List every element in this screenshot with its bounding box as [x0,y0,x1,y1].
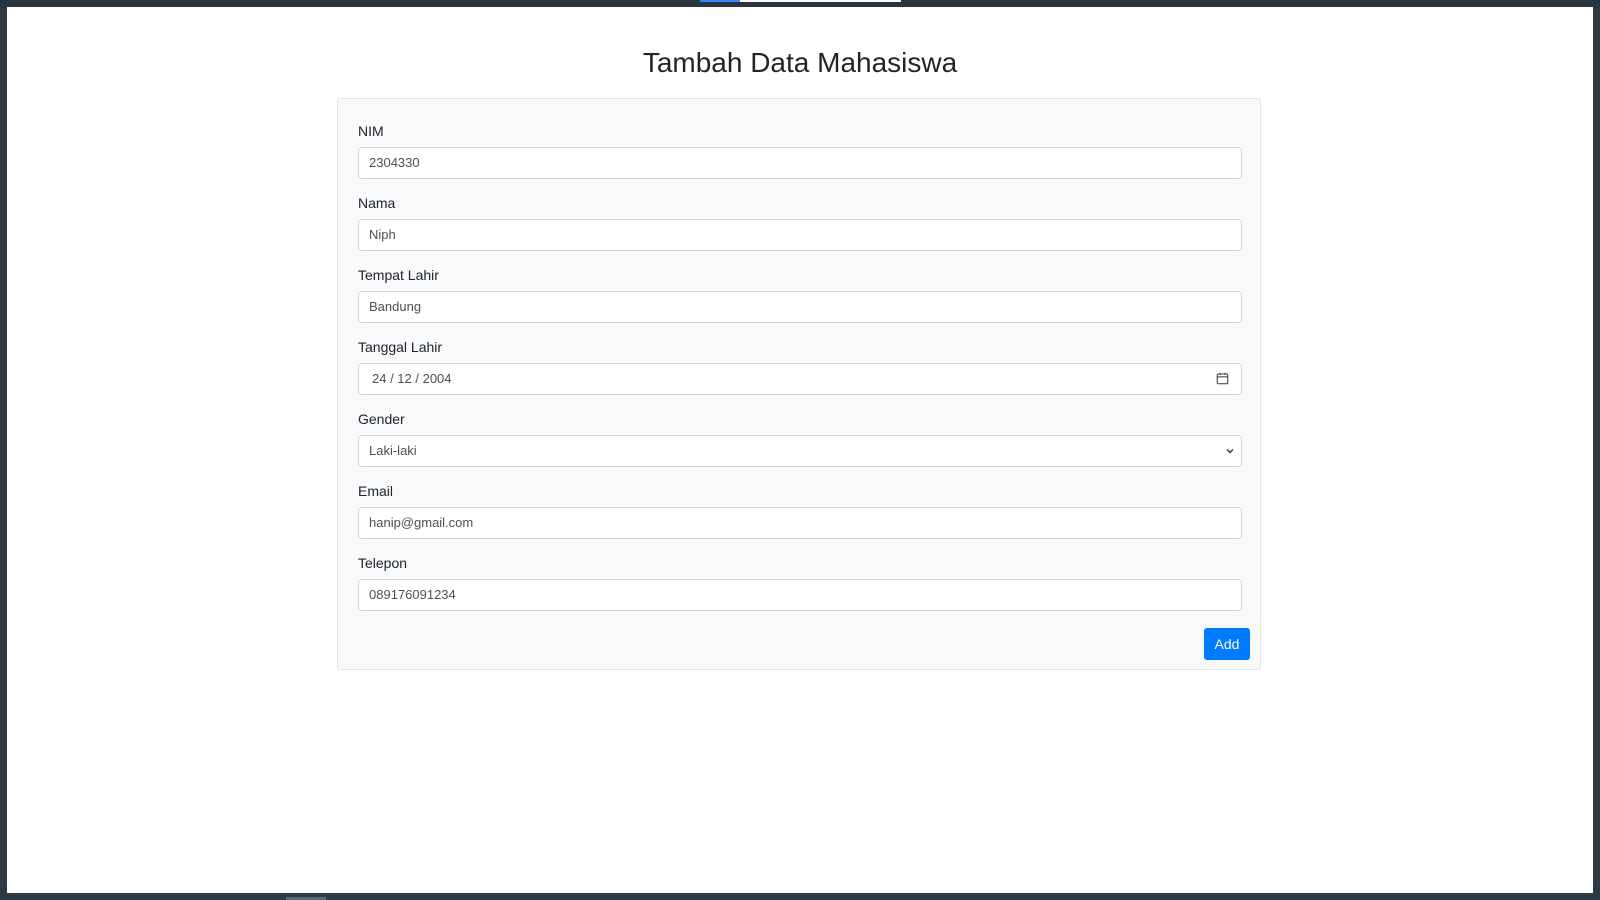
telepon-label: Telepon [358,555,408,571]
tab-indicator[interactable] [740,0,901,2]
tempat-lahir-value: Bandung [369,299,422,314]
nama-value: Niph [369,227,396,242]
nama-field: Nama Niph [358,193,1242,251]
nama-input[interactable]: Niph [358,219,1242,251]
nama-label: Nama [358,195,396,211]
chevron-down-icon [1226,448,1234,454]
window-top-bar [0,0,1600,7]
email-input[interactable]: hanip@gmail.com [358,507,1242,539]
gender-select[interactable]: Laki-laki [358,435,1242,467]
active-tab-indicator[interactable] [700,0,740,2]
tempat-lahir-field: Tempat Lahir Bandung [358,265,1242,323]
gender-label: Gender [358,411,405,427]
nim-input[interactable]: 2304330 [358,147,1242,179]
telepon-field: Telepon 089176091234 [358,553,1242,611]
tanggal-lahir-label: Tanggal Lahir [358,339,443,355]
email-field: Email hanip@gmail.com [358,481,1242,539]
email-label: Email [358,483,394,499]
nim-field: NIM 2304330 [358,121,1242,179]
telepon-value: 089176091234 [369,587,456,602]
gender-selected-value: Laki-laki [369,443,417,458]
tanggal-lahir-input[interactable]: 24 / 12 / 2004 [358,363,1242,395]
tanggal-lahir-field: Tanggal Lahir 24 / 12 / 2004 [358,337,1242,395]
telepon-input[interactable]: 089176091234 [358,579,1242,611]
tempat-lahir-label: Tempat Lahir [358,267,439,283]
calendar-icon[interactable] [1216,372,1229,385]
tempat-lahir-input[interactable]: Bandung [358,291,1242,323]
student-form: NIM 2304330 Nama Niph Tempat Lahir Bandu… [337,98,1261,670]
nim-value: 2304330 [369,155,420,170]
gender-field: Gender Laki-laki [358,409,1242,467]
page-content: Tambah Data Mahasiswa NIM 2304330 Nama N… [7,7,1593,893]
email-value: hanip@gmail.com [369,515,474,530]
tanggal-lahir-value: 24 / 12 / 2004 [372,371,452,386]
add-button[interactable]: Add [1204,628,1250,660]
page-title: Tambah Data Mahasiswa [642,47,958,78]
nim-label: NIM [358,123,384,139]
